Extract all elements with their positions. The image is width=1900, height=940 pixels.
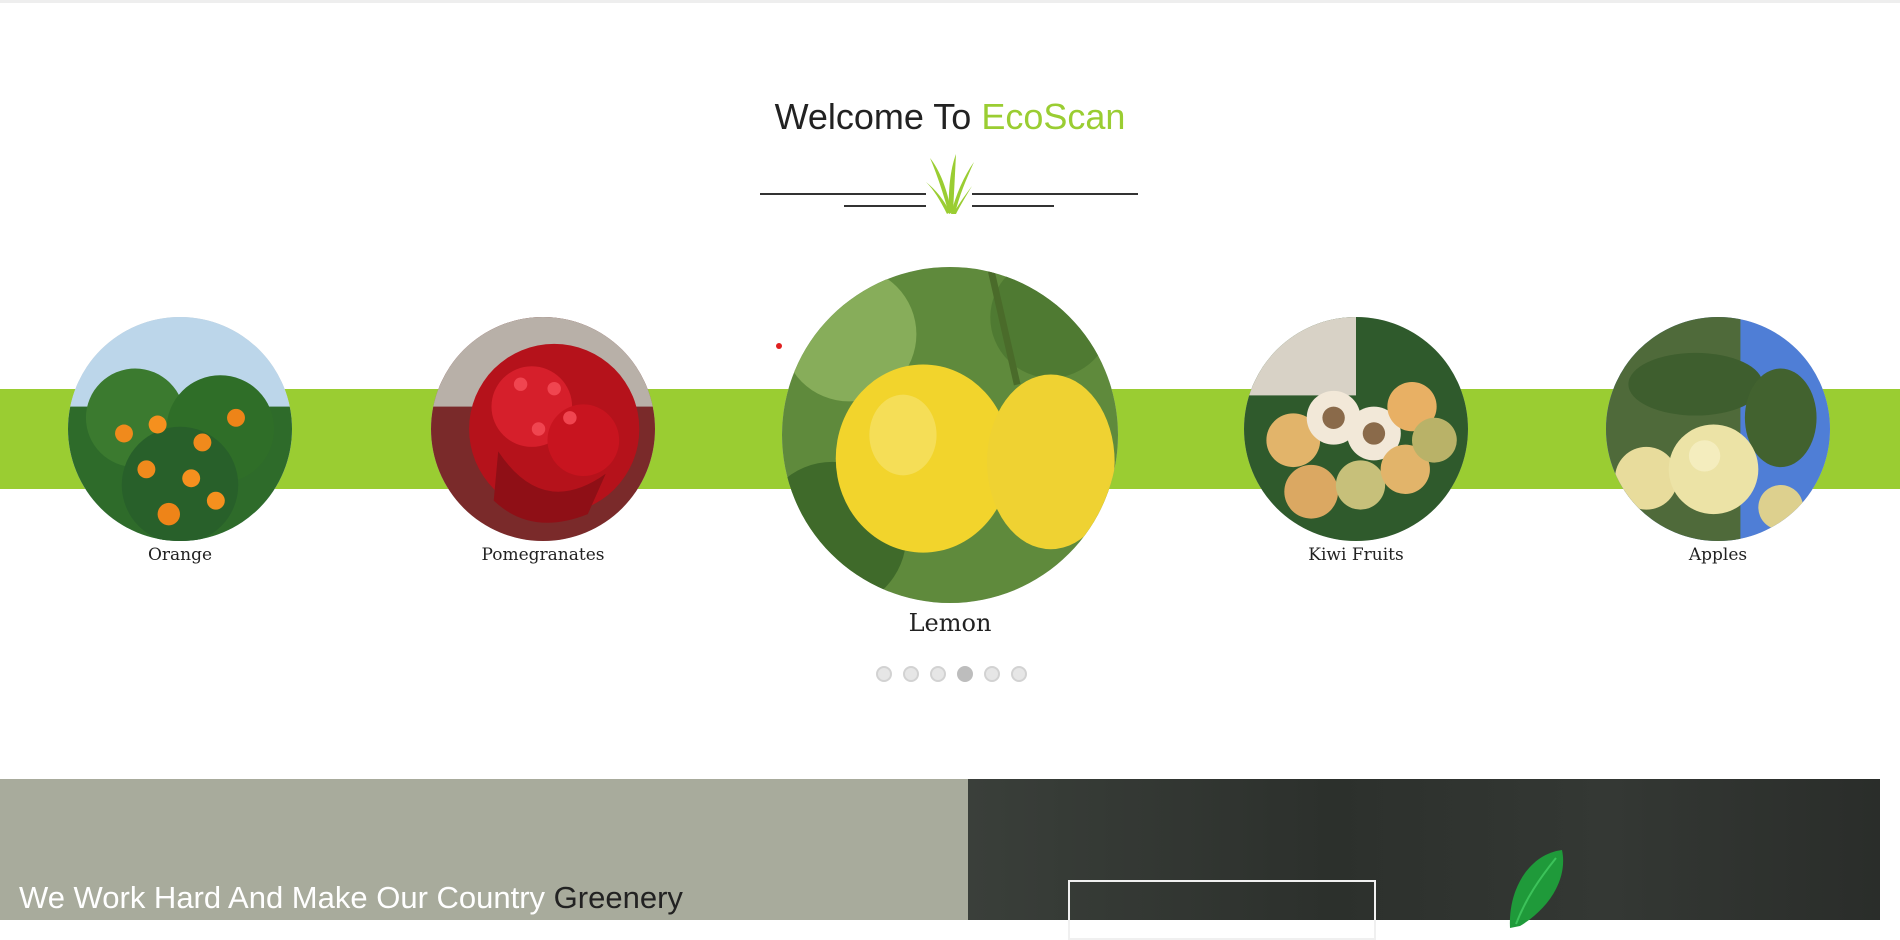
lemon-image[interactable] [782,267,1118,603]
carousel-dot-4[interactable] [957,666,973,682]
top-rule [0,0,1900,3]
tagline-dark: Greenery [553,880,683,915]
banner-edge-gap [1880,779,1900,920]
section-title: Welcome To EcoScan [0,96,1900,138]
title-brand: EcoScan [981,96,1126,137]
pomegranate-image[interactable] [431,317,655,541]
banner-frame-box [1068,880,1376,940]
carousel-dot-6[interactable] [1011,666,1027,682]
leaf-sprout-icon [1509,850,1564,928]
carousel-dot-2[interactable] [903,666,919,682]
fruit-label-kiwi: Kiwi Fruits [1308,545,1404,565]
title-prefix: Welcome To [774,96,982,137]
carousel-dot-5[interactable] [984,666,1000,682]
orange-tree-image[interactable] [68,317,292,541]
grass-divider-icon [760,154,1138,214]
fruit-label-apples: Apples [1688,545,1748,565]
carousel-dot-1[interactable] [876,666,892,682]
carousel-dot-3[interactable] [930,666,946,682]
fruit-label-lemon: Lemon [908,609,992,637]
carousel-pagination [876,666,1027,682]
banner-tagline: We Work Hard And Make Our Country Greene… [19,880,683,916]
fruit-label-orange: Orange [147,545,213,565]
red-dot-marker [776,343,782,349]
fruit-label-pomegranates: Pomegranates [481,545,605,565]
tagline-light: We Work Hard And Make Our Country [19,880,554,915]
kiwi-fruits-image[interactable] [1244,317,1468,541]
apples-image[interactable] [1606,317,1830,541]
